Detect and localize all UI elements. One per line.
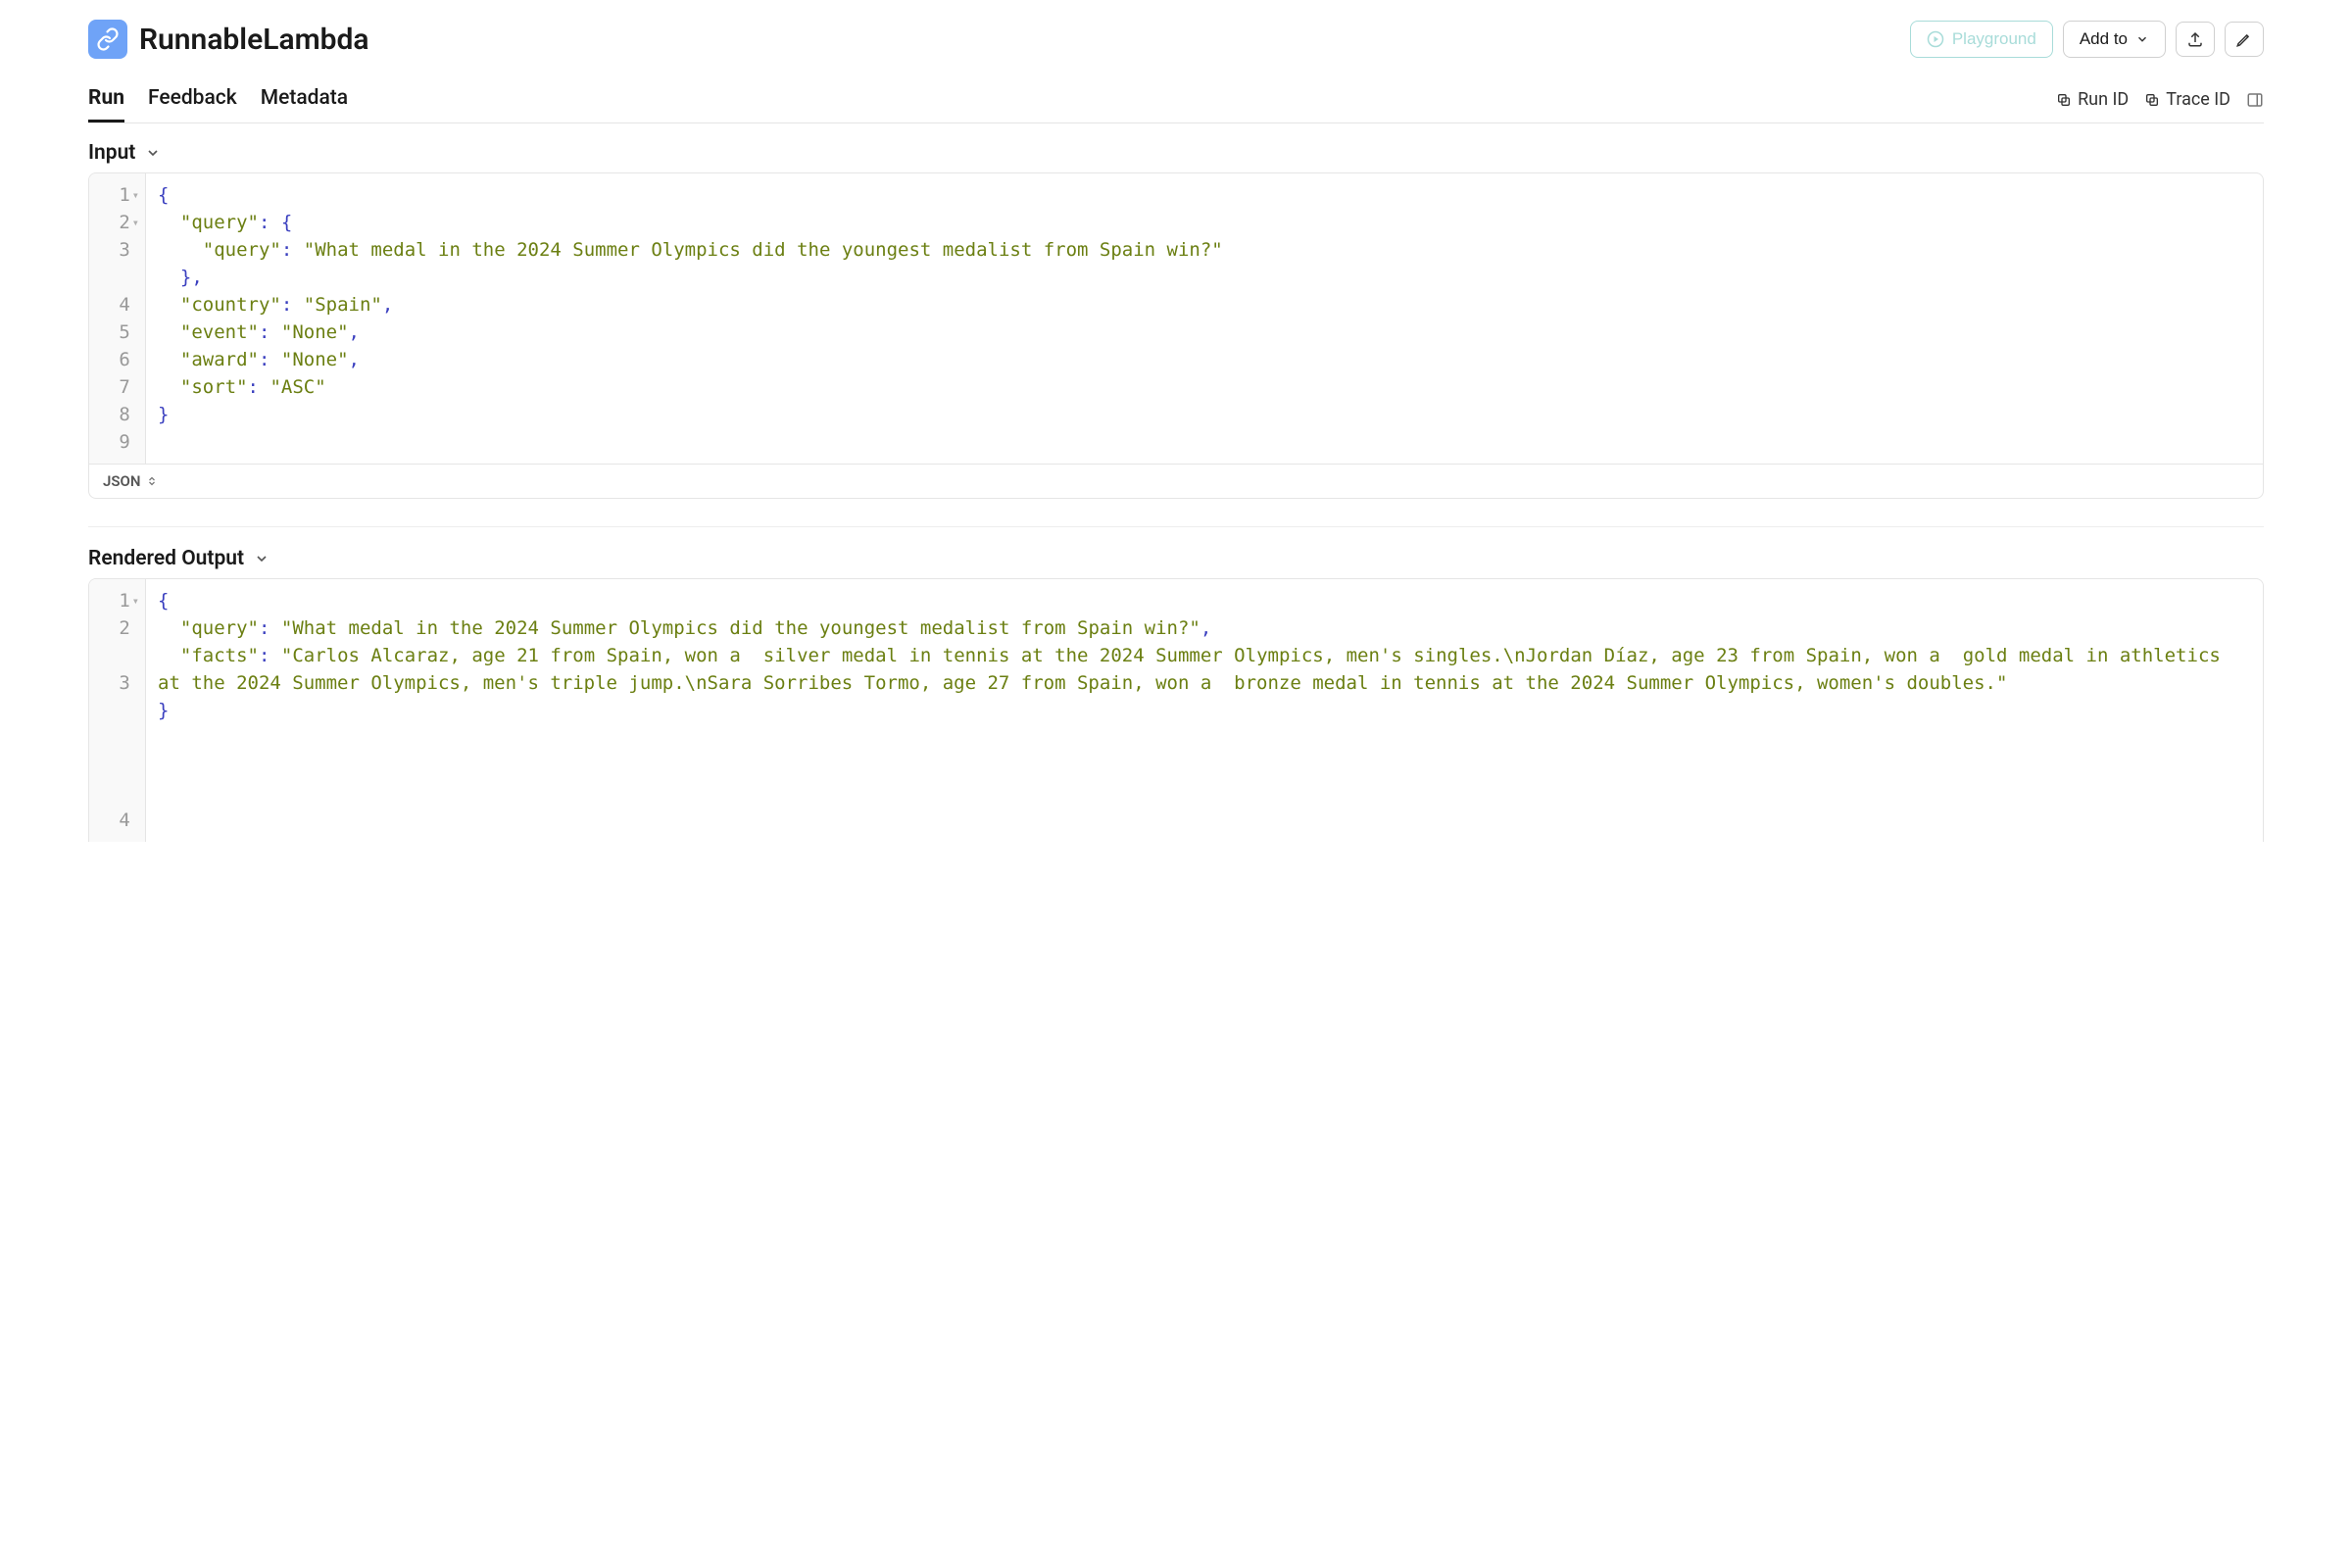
input-code-block: 1▾ 2▾ 3▾ 4▾ 5▾ 6▾ 7▾ 8▾ 9▾ { "query": { …	[88, 172, 2264, 499]
pencil-icon	[2235, 30, 2253, 48]
copy-icon	[2144, 92, 2160, 108]
play-circle-icon	[1927, 30, 1944, 48]
sort-icon	[146, 475, 158, 487]
code-body: 1▾ 2▾ 3▾ 4▾ 5▾ 6▾ 7▾ 8▾ 9▾ { "query": { …	[89, 173, 2263, 464]
toggle-sidebar-button[interactable]	[2246, 91, 2264, 109]
copy-run-id[interactable]: Run ID	[2056, 89, 2129, 110]
rendered-output-title: Rendered Output	[88, 547, 244, 570]
chevron-down-icon	[254, 551, 270, 566]
input-section-header[interactable]: Input	[88, 141, 2264, 165]
gutter: 1▾ 2▾ 3▾ 4▾ 5▾ 6▾ 7▾ 8▾ 9▾	[89, 173, 146, 464]
divider	[88, 526, 2264, 527]
tabs: Run Feedback Metadata	[88, 86, 348, 122]
tab-feedback[interactable]: Feedback	[148, 86, 237, 122]
upload-icon	[2186, 30, 2204, 48]
code-content[interactable]: { "query": { "query": "What medal in the…	[146, 173, 2263, 464]
code-body: 1▾ 2▾ 3▾ 4▾ { "query": "What medal in th…	[89, 579, 2263, 842]
chain-link-icon	[88, 20, 127, 59]
copy-trace-id[interactable]: Trace ID	[2144, 89, 2230, 110]
format-label: JSON	[103, 472, 140, 490]
chevron-down-icon	[145, 145, 161, 161]
header: RunnableLambda Playground Add to	[88, 20, 2264, 59]
gutter: 1▾ 2▾ 3▾ 4▾	[89, 579, 146, 842]
annotate-button[interactable]	[2225, 22, 2264, 57]
share-button[interactable]	[2176, 22, 2215, 57]
rendered-output-section-header[interactable]: Rendered Output	[88, 547, 2264, 570]
playground-button[interactable]: Playground	[1910, 21, 2053, 58]
trace-id-label: Trace ID	[2166, 89, 2230, 110]
tab-run[interactable]: Run	[88, 86, 124, 122]
page-title: RunnableLambda	[139, 23, 369, 57]
tab-metadata[interactable]: Metadata	[261, 86, 348, 122]
code-content[interactable]: { "query": "What medal in the 2024 Summe…	[146, 579, 2263, 842]
ids: Run ID Trace ID	[2056, 89, 2264, 120]
header-right: Playground Add to	[1910, 21, 2264, 58]
copy-icon	[2056, 92, 2072, 108]
run-id-label: Run ID	[2078, 89, 2129, 110]
tabs-row: Run Feedback Metadata Run ID Trace ID	[88, 86, 2264, 123]
chevron-down-icon	[2135, 32, 2149, 46]
playground-label: Playground	[1952, 29, 2036, 49]
header-left: RunnableLambda	[88, 20, 369, 59]
output-code-block: 1▾ 2▾ 3▾ 4▾ { "query": "What medal in th…	[88, 578, 2264, 842]
add-to-label: Add to	[2080, 29, 2128, 49]
code-footer[interactable]: JSON	[89, 464, 2263, 498]
add-to-button[interactable]: Add to	[2063, 21, 2166, 58]
input-section-title: Input	[88, 141, 135, 165]
sidebar-icon	[2246, 91, 2264, 109]
